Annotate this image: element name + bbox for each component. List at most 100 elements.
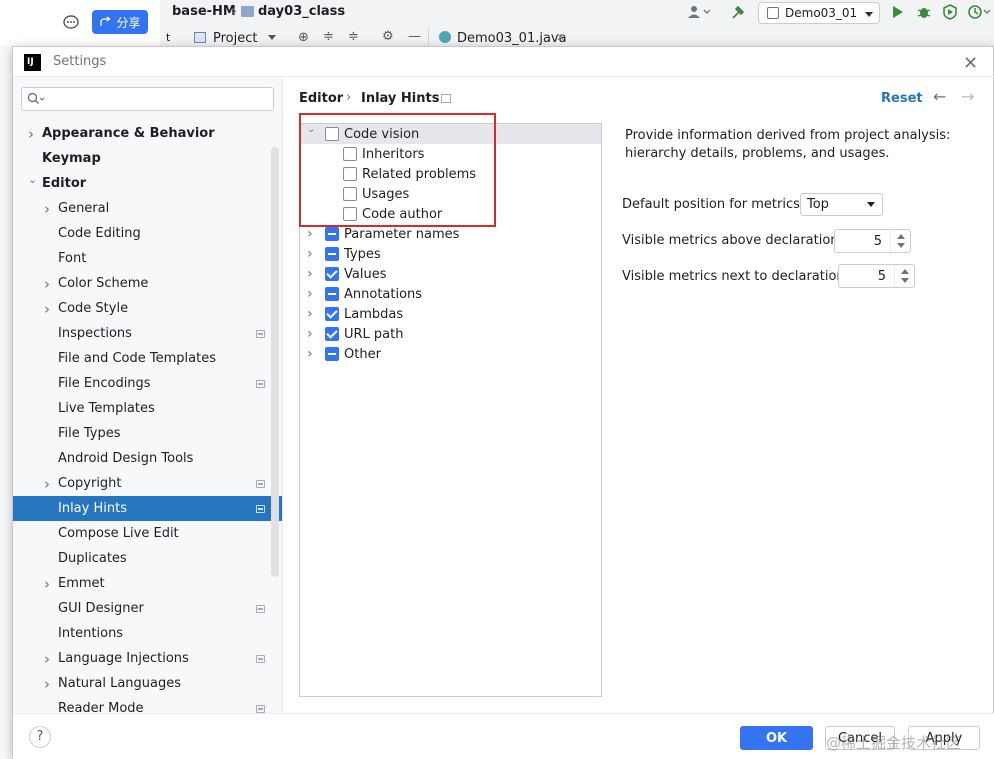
hint-checkbox[interactable] — [325, 227, 339, 241]
project-tool-tab[interactable]: Project — [213, 31, 257, 46]
forward-arrow-icon[interactable]: → — [961, 87, 974, 106]
sidebar-item-font[interactable]: Font — [13, 246, 282, 271]
file-tab[interactable]: Demo03_01.java — [457, 31, 567, 46]
close-icon[interactable]: ✕ — [963, 53, 978, 74]
reset-link[interactable]: Reset — [881, 91, 923, 106]
build-hammer-icon[interactable] — [730, 4, 746, 20]
above-declaration-spinner[interactable]: 5 — [834, 229, 911, 253]
spinner-buttons[interactable] — [890, 230, 910, 252]
chevron-down-icon[interactable] — [268, 35, 276, 40]
hint-item-url-path[interactable]: › URL path — [300, 324, 601, 344]
chat-icon[interactable] — [62, 14, 80, 30]
minimize-icon[interactable]: — — [408, 29, 421, 44]
hint-checkbox[interactable] — [325, 247, 339, 261]
arrow-up-icon[interactable] — [901, 269, 909, 274]
profiler-icon[interactable] — [968, 4, 992, 20]
user-icon[interactable] — [688, 5, 710, 19]
hint-label: Values — [344, 266, 387, 282]
sidebar-item-emmet[interactable]: › Emmet — [13, 571, 282, 596]
chevron-right-icon[interactable]: › — [307, 346, 313, 362]
sidebar-item-android-design-tools[interactable]: Android Design Tools — [13, 446, 282, 471]
chevron-right-icon[interactable]: › — [307, 266, 313, 282]
hint-item-parameter-names[interactable]: › Parameter names — [300, 224, 601, 244]
sidebar-item-code-editing[interactable]: Code Editing — [13, 221, 282, 246]
metrics-position-select[interactable]: Top — [800, 193, 883, 216]
project-name[interactable]: base-HM — [172, 4, 236, 19]
chevron-right-icon[interactable]: › — [44, 275, 50, 293]
debug-icon[interactable] — [916, 4, 932, 20]
sidebar-item-language-injections[interactable]: › Language Injections — [13, 646, 282, 671]
sidebar-scrollbar[interactable] — [271, 147, 279, 577]
folder-name[interactable]: day03_class — [258, 4, 345, 19]
sidebar-item-compose-live-edit[interactable]: Compose Live Edit — [13, 521, 282, 546]
chevron-right-icon[interactable]: › — [28, 125, 34, 143]
sidebar-item-editor[interactable]: ⌄ Editor — [13, 171, 282, 196]
chevron-right-icon[interactable]: › — [307, 306, 313, 322]
sidebar-item-code-style[interactable]: › Code Style — [13, 296, 282, 321]
hint-item-types[interactable]: › Types — [300, 244, 601, 264]
chevron-right-icon[interactable]: › — [44, 200, 50, 218]
chevron-right-icon[interactable]: › — [307, 226, 313, 242]
help-button[interactable]: ? — [29, 726, 51, 748]
sidebar-item-copyright[interactable]: › Copyright — [13, 471, 282, 496]
annotation-highlight-box — [299, 113, 496, 227]
hint-item-values[interactable]: › Values — [300, 264, 601, 284]
hint-checkbox[interactable] — [325, 347, 339, 361]
next-to-declaration-spinner[interactable]: 5 — [838, 264, 915, 288]
sidebar-item-duplicates[interactable]: Duplicates — [13, 546, 282, 571]
sidebar-item-inlay-hints[interactable]: Inlay Hints — [13, 496, 282, 521]
sidebar-item-gui-designer[interactable]: GUI Designer — [13, 596, 282, 621]
chevron-right-icon[interactable]: › — [44, 300, 50, 318]
coverage-icon[interactable] — [942, 4, 958, 20]
sidebar-item-file-types[interactable]: File Types — [13, 421, 282, 446]
sidebar-item-label: Font — [58, 251, 87, 266]
sidebar-item-file-encodings[interactable]: File Encodings — [13, 371, 282, 396]
chevron-right-icon[interactable]: › — [307, 286, 313, 302]
sidebar-item-keymap[interactable]: Keymap — [13, 146, 282, 171]
chevron-down-icon[interactable]: ⌄ — [28, 173, 37, 186]
spinner-buttons[interactable] — [894, 265, 914, 287]
locate-icon[interactable]: ⊕ — [298, 30, 309, 45]
arrow-up-icon[interactable] — [897, 234, 905, 239]
chevron-right-icon[interactable]: › — [307, 326, 313, 342]
sidebar-item-appearance-behavior[interactable]: › Appearance & Behavior — [13, 121, 282, 146]
sidebar-item-label: Inlay Hints — [58, 501, 127, 516]
sidebar-item-label: General — [58, 201, 110, 216]
hint-item-annotations[interactable]: › Annotations — [300, 284, 601, 304]
expand-all-icon[interactable]: ≑ — [323, 29, 334, 44]
share-button[interactable]: 分享 — [92, 10, 148, 34]
sidebar-item-natural-languages[interactable]: › Natural Languages — [13, 671, 282, 696]
project-scope-icon — [256, 329, 265, 338]
breadcrumb-parent[interactable]: Editor — [299, 91, 343, 106]
sidebar-item-inspections[interactable]: Inspections — [13, 321, 282, 346]
arrow-down-icon[interactable] — [897, 243, 905, 248]
run-icon[interactable] — [892, 5, 904, 19]
chevron-right-icon[interactable]: › — [307, 246, 313, 262]
sidebar-item-intentions[interactable]: Intentions — [13, 621, 282, 646]
hint-checkbox[interactable] — [325, 267, 339, 281]
hint-item-lambdas[interactable]: › Lambdas — [300, 304, 601, 324]
hint-checkbox[interactable] — [325, 307, 339, 321]
chevron-right-icon[interactable]: › — [44, 575, 50, 593]
sidebar-item-file-and-code-templates[interactable]: File and Code Templates — [13, 346, 282, 371]
close-tab-icon[interactable]: ✕ — [556, 31, 565, 44]
hint-item-other[interactable]: › Other — [300, 344, 601, 364]
sidebar-item-live-templates[interactable]: Live Templates — [13, 396, 282, 421]
arrow-down-icon[interactable] — [901, 278, 909, 283]
chevron-right-icon[interactable]: › — [44, 675, 50, 693]
back-arrow-icon[interactable]: ← — [933, 87, 946, 106]
sidebar-item-reader-mode[interactable]: Reader Mode — [13, 696, 282, 713]
chevron-right-icon[interactable]: › — [44, 475, 50, 493]
sidebar-item-general[interactable]: › General — [13, 196, 282, 221]
collapse-all-icon[interactable]: ≑ — [348, 29, 359, 44]
ok-button[interactable]: OK — [740, 726, 813, 750]
chevron-right-icon[interactable]: › — [44, 650, 50, 668]
run-config-select[interactable]: Demo03_01 — [758, 2, 880, 24]
settings-search-input[interactable] — [21, 87, 274, 111]
hint-checkbox[interactable] — [325, 327, 339, 341]
gear-icon[interactable]: ⚙ — [382, 29, 394, 44]
hint-checkbox[interactable] — [325, 287, 339, 301]
above-declaration-value: 5 — [873, 234, 882, 249]
side-tab-letter[interactable]: t — [166, 31, 170, 44]
sidebar-item-color-scheme[interactable]: › Color Scheme — [13, 271, 282, 296]
